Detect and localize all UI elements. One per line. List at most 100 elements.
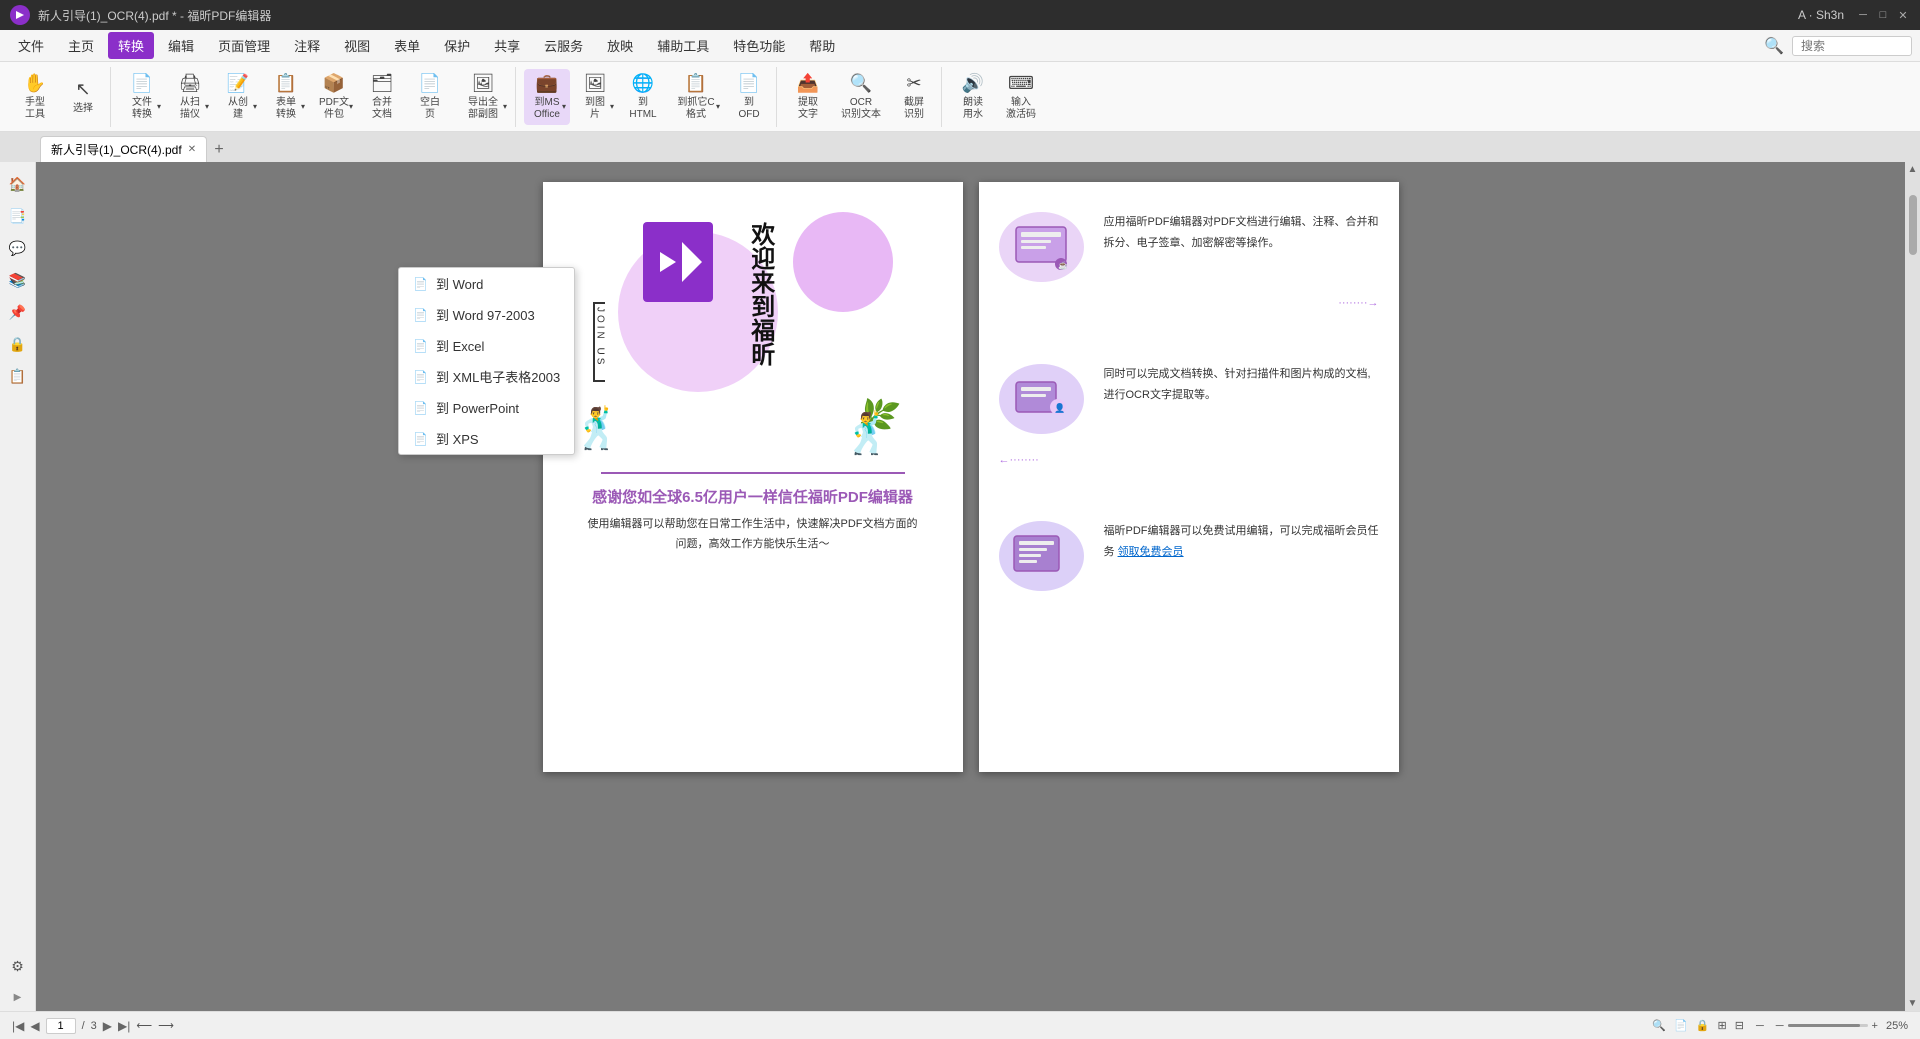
page-number-input[interactable] — [46, 1018, 76, 1034]
foxpdf-logo — [643, 222, 713, 302]
maximize-button[interactable]: □ — [1876, 8, 1890, 22]
menu-share[interactable]: 共享 — [484, 32, 530, 59]
prev-view-button[interactable]: ⟵ — [136, 1019, 152, 1032]
scroll-down-button[interactable]: ▼ — [1908, 998, 1918, 1009]
blank-page-button[interactable]: 📄 空白页 — [407, 69, 453, 125]
user-label: A · Sh3n — [1798, 8, 1844, 22]
pdf-container[interactable]: 欢迎来到福昕 JOIN US 🌿 🕺 🕺 感谢您如全球6.5亿用户一样信任福 — [36, 162, 1905, 1011]
extract-text-label: 提取文字 — [798, 97, 818, 121]
menu-view[interactable]: 视图 — [334, 32, 380, 59]
screenshot-icon: ✂ — [906, 73, 921, 94]
merge-button[interactable]: 🗂 合并文档 — [359, 69, 405, 125]
menu-feature[interactable]: 特色功能 — [723, 32, 795, 59]
menu-edit[interactable]: 编辑 — [158, 32, 204, 59]
dropdown-to-powerpoint[interactable]: 📄 到 PowerPoint — [399, 392, 574, 423]
xps-icon: 📄 — [413, 432, 428, 446]
to-image-button[interactable]: 🖼 到图片 — [572, 69, 618, 125]
to-ms-office-button[interactable]: 💼 到MSOffice — [524, 69, 570, 125]
menu-present[interactable]: 放映 — [597, 32, 643, 59]
sidebar-expand-button[interactable]: ▶ — [14, 992, 22, 1003]
member-link[interactable]: 领取免费会员 — [1118, 546, 1184, 558]
sidebar-icon-settings[interactable]: ⚙ — [4, 952, 32, 980]
menu-cloud[interactable]: 云服务 — [534, 32, 593, 59]
first-page-button[interactable]: |◀ — [12, 1019, 24, 1033]
menu-home[interactable]: 主页 — [58, 32, 104, 59]
merge-label: 合并文档 — [372, 97, 392, 121]
sidebar-icon-bookmarks[interactable]: 📚 — [4, 266, 32, 294]
file-convert-icon: 📄 — [131, 73, 153, 94]
status-icon-grid1[interactable]: ⊞ — [1718, 1019, 1727, 1032]
right-scrollbar[interactable]: ▲ ▼ — [1905, 162, 1920, 1011]
zoom-out-button[interactable]: ─ — [1776, 1020, 1784, 1032]
sidebar-icon-pages[interactable]: 📑 — [4, 202, 32, 230]
screenshot-button[interactable]: ✂ 截屏识别 — [891, 69, 937, 125]
scroll-up-button[interactable]: ▲ — [1908, 164, 1918, 175]
window-controls[interactable]: ─ □ ✕ — [1856, 8, 1910, 22]
close-button[interactable]: ✕ — [1896, 8, 1910, 22]
extract-text-button[interactable]: 📤 提取文字 — [785, 69, 831, 125]
status-icon-page[interactable]: 📄 — [1674, 1019, 1688, 1032]
toolbar-group-tts: 🔊 朗读用水 ⌨ 输入激活码 — [946, 67, 1048, 127]
ocr-icon: 🔍 — [850, 73, 872, 94]
to-ofd-button[interactable]: 📄 到OFD — [726, 69, 772, 125]
hand-tool-button[interactable]: ✋ 手型工具 — [12, 69, 58, 125]
sidebar-icon-home[interactable]: 🏠 — [4, 170, 32, 198]
status-icon-grid2[interactable]: ⊟ — [1735, 1019, 1744, 1032]
status-icon-search[interactable]: 🔍 — [1652, 1019, 1666, 1032]
scrollbar-thumb[interactable] — [1909, 195, 1917, 255]
from-create-button[interactable]: 📝 从创建 — [215, 69, 261, 125]
menu-assist[interactable]: 辅助工具 — [647, 32, 719, 59]
zoom-control[interactable]: ─ + — [1776, 1020, 1878, 1032]
export-images-button[interactable]: 🖼 导出全部副图 — [455, 69, 511, 125]
minimize-button[interactable]: ─ — [1856, 8, 1870, 22]
tab-add-button[interactable]: + — [207, 138, 231, 162]
to-html-icon: 🌐 — [632, 73, 654, 94]
to-ofd-icon: 📄 — [738, 73, 760, 94]
zoom-slider[interactable] — [1788, 1024, 1868, 1027]
sidebar-icon-attachments[interactable]: 📌 — [4, 298, 32, 326]
title-bar-right: A · Sh3n ─ □ ✕ — [1798, 8, 1910, 22]
last-page-button[interactable]: ▶| — [118, 1019, 130, 1033]
menu-protect[interactable]: 保护 — [434, 32, 480, 59]
next-page-button[interactable]: ▶ — [103, 1019, 112, 1033]
menu-annotate[interactable]: 注释 — [284, 32, 330, 59]
file-convert-button[interactable]: 📄 文件转换 — [119, 69, 165, 125]
read-aloud-icon: 🔊 — [962, 73, 984, 94]
sidebar-icon-forms[interactable]: 📋 — [4, 362, 32, 390]
sidebar-icon-comments[interactable]: 💬 — [4, 234, 32, 262]
prev-page-button[interactable]: ◀ — [30, 1019, 39, 1033]
menu-convert[interactable]: 转换 — [108, 32, 154, 59]
dropdown-to-xps[interactable]: 📄 到 XPS — [399, 423, 574, 454]
person-left: 🕺 — [573, 405, 623, 452]
menu-form[interactable]: 表单 — [384, 32, 430, 59]
menu-page[interactable]: 页面管理 — [208, 32, 280, 59]
welcome-section: 欢迎来到福昕 JOIN US 🌿 🕺 🕺 — [563, 202, 943, 462]
form-convert-button[interactable]: 📋 表单转换 — [263, 69, 309, 125]
menu-file[interactable]: 文件 — [8, 32, 54, 59]
to-format-button[interactable]: 📋 到抓它C格式 — [668, 69, 724, 125]
pdf-package-button[interactable]: 📦 PDF文件包 — [311, 69, 357, 125]
sidebar-icon-security[interactable]: 🔒 — [4, 330, 32, 358]
from-scanner-button[interactable]: 🖨 从扫描仪 — [167, 69, 213, 125]
activate-button[interactable]: ⌨ 输入激活码 — [998, 69, 1044, 125]
ocr-label: OCR识别文本 — [841, 97, 881, 121]
menu-help[interactable]: 帮助 — [799, 32, 845, 59]
search-input[interactable] — [1792, 36, 1912, 56]
read-aloud-button[interactable]: 🔊 朗读用水 — [950, 69, 996, 125]
dropdown-to-word-97[interactable]: 📄 到 Word 97-2003 — [399, 299, 574, 330]
status-icon-lock[interactable]: 🔒 — [1696, 1019, 1710, 1032]
tab-close-button[interactable]: ✕ — [188, 144, 196, 155]
tab-pdf[interactable]: 新人引导(1)_OCR(4).pdf ✕ — [40, 136, 207, 162]
next-view-button[interactable]: ⟶ — [158, 1019, 174, 1032]
feature-icon-3 — [999, 521, 1084, 591]
zoom-in-button[interactable]: + — [1872, 1020, 1878, 1032]
select-tool-button[interactable]: ↖ 选择 — [60, 69, 106, 125]
hand-icon: ✋ — [24, 73, 46, 94]
to-html-button[interactable]: 🌐 到HTML — [620, 69, 666, 125]
select-icon: ↖ — [75, 79, 90, 100]
dropdown-to-xml[interactable]: 📄 到 XML电子表格2003 — [399, 361, 574, 392]
dropdown-to-excel[interactable]: 📄 到 Excel — [399, 330, 574, 361]
ocr-button[interactable]: 🔍 OCR识别文本 — [833, 69, 889, 125]
dropdown-to-word[interactable]: 📄 到 Word — [399, 268, 574, 299]
page-total: 3 — [91, 1020, 97, 1032]
